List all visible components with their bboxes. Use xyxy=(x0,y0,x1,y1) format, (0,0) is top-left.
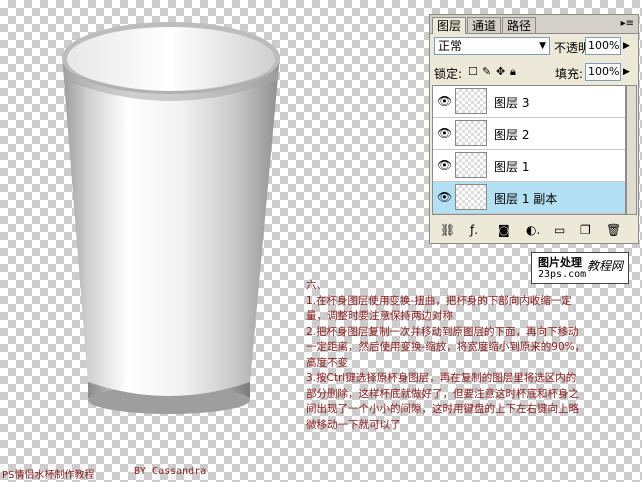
eye-icon[interactable]: 👁︎ xyxy=(437,190,452,204)
panel-tab-bar: 图层 通道 路径 ▸≡ xyxy=(430,15,638,34)
lock-label: 锁定: xyxy=(434,67,463,81)
layer-row-2[interactable]: 👁︎ 图层 2 xyxy=(433,118,625,150)
tab-paths[interactable]: 路径 xyxy=(502,17,537,33)
layer-thumbnail xyxy=(455,152,487,178)
layer-row-3[interactable]: 👁︎ 图层 3 xyxy=(433,86,625,118)
instruction-line: 间出现了一个小小的间隙，这时用键盘的上下左右键向上略 xyxy=(306,403,579,415)
layer-row-1-copy[interactable]: 👁︎ 图层 1 副本 xyxy=(433,182,625,214)
layer-name: 图层 1 副本 xyxy=(494,192,558,206)
instruction-line: 微移动一下就可以了 xyxy=(306,418,401,431)
eye-icon[interactable]: 👁︎ xyxy=(437,94,452,108)
fill-label: 填充: xyxy=(555,67,584,81)
eye-icon[interactable]: 👁︎ xyxy=(437,126,452,140)
instruction-line: 2.把杯身图层复制一次并移动到原图层的下面，再向下移动 xyxy=(306,325,579,338)
lock-transparency-icon[interactable]: ☐ xyxy=(468,65,478,78)
instruction-line: 1.在杯身图层使用变换-扭曲，把杯身的下部向内收缩一定 xyxy=(306,294,572,307)
instruction-line: 3.按Ctrl键选择原杯身图层，再在复制的图层里将选区内的 xyxy=(306,372,577,384)
lock-move-icon[interactable]: ✥ xyxy=(496,65,505,78)
link-icon[interactable]: ⛓ xyxy=(440,223,455,237)
blend-mode-select[interactable]: 正常 ▼ xyxy=(434,37,550,55)
chevron-down-icon: ▼ xyxy=(539,41,546,51)
mask-icon[interactable]: ◙ xyxy=(498,223,510,237)
instruction-line: 高度不变 xyxy=(306,356,348,369)
lock-all-icon[interactable]: 🔒︎ xyxy=(510,65,516,79)
new-layer-icon[interactable]: ❐ xyxy=(580,223,591,237)
watermark-brand: 教程网 xyxy=(587,259,624,273)
tab-channels[interactable]: 通道 xyxy=(467,17,502,33)
fill-arrow-icon[interactable]: ▶ xyxy=(623,67,630,77)
instruction-line: 一定距离，然后使用变换-缩放，将宽度缩小到原来的90%， xyxy=(306,341,586,353)
cup-body xyxy=(62,55,280,396)
blend-mode-value: 正常 xyxy=(438,39,463,53)
instruction-line: 量，调整时要注意保持两边对称 xyxy=(306,310,453,322)
trash-icon[interactable]: 🗑︎ xyxy=(606,223,621,237)
layers-panel: 图层 通道 路径 ▸≡ 正常 ▼ 不透明度: 100% ▶ 锁定: ☐ ✎ ✥ … xyxy=(429,14,639,244)
layer-name: 图层 3 xyxy=(494,96,530,110)
group-icon[interactable]: ▭ xyxy=(554,223,565,237)
opacity-input[interactable]: 100% xyxy=(585,37,621,55)
layers-bottom-toolbar: ⛓ ƒ. ◙ ◐. ▭ ❐ 🗑︎ xyxy=(432,223,636,241)
layer-row-1[interactable]: 👁︎ 图层 1 xyxy=(433,150,625,182)
footer-author: BY Cassandra xyxy=(134,466,207,477)
opacity-arrow-icon[interactable]: ▶ xyxy=(623,41,630,51)
footer-title: PS情侣水杯制作教程 xyxy=(2,470,95,481)
instruction-line: 六、 xyxy=(306,279,327,291)
layer-thumbnail xyxy=(455,184,487,210)
layer-name: 图层 2 xyxy=(494,128,530,142)
panel-menu-icon[interactable]: ▸≡ xyxy=(621,18,634,29)
instruction-line: 部分删除，这样杯底就做好了，但要注意这时杯底和杯身之 xyxy=(306,387,579,400)
layer-thumbnail xyxy=(455,88,487,114)
lock-brush-icon[interactable]: ✎ xyxy=(482,65,491,78)
layers-list: 👁︎ 图层 3 👁︎ 图层 2 👁︎ 图层 1 👁︎ 图层 1 副本 xyxy=(432,85,626,215)
adjustment-icon[interactable]: ◐. xyxy=(526,223,540,237)
fill-input[interactable]: 100% xyxy=(585,63,621,81)
layer-thumbnail xyxy=(455,120,487,146)
eye-icon[interactable]: 👁︎ xyxy=(437,158,452,172)
style-icon[interactable]: ƒ. xyxy=(470,223,478,237)
tutorial-instructions: 六、 1.在杯身图层使用变换-扭曲，把杯身的下部向内收缩一定 量，调整时要注意保… xyxy=(306,278,636,433)
watermark-logo: 图片处理 xyxy=(538,256,582,269)
layer-name: 图层 1 xyxy=(494,160,530,174)
layers-scrollbar[interactable] xyxy=(626,85,637,215)
tab-layers[interactable]: 图层 xyxy=(432,17,467,34)
